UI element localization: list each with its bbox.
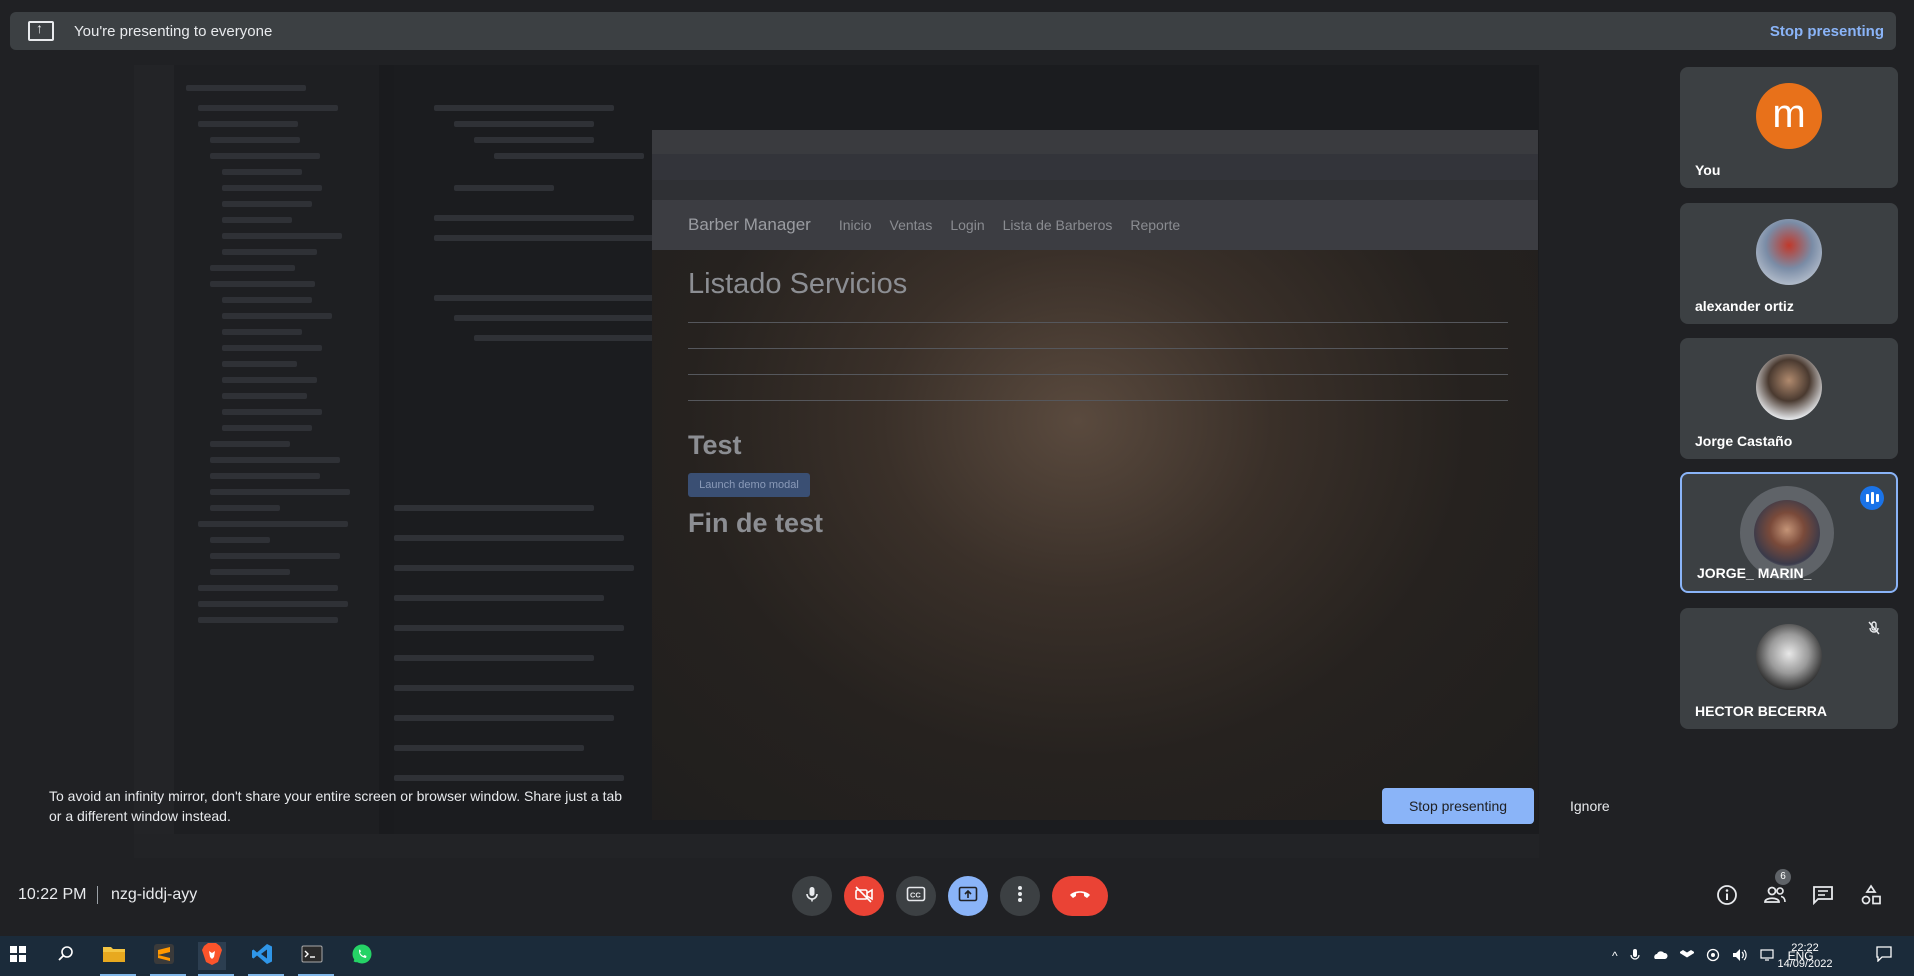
infinity-mirror-warning: To avoid an infinity mirror, don't share… (49, 788, 623, 824)
chat-button[interactable] (1810, 884, 1836, 910)
whatsapp-icon (351, 943, 373, 970)
participant-tile-hector[interactable]: HECTOR BECERRA (1680, 608, 1898, 729)
vscode-icon (251, 943, 273, 970)
tray-volume-icon[interactable] (1732, 948, 1748, 965)
shared-page-demo-button: Launch demo modal (688, 473, 810, 497)
mic-button[interactable] (792, 876, 832, 916)
tray-app-icon[interactable] (1706, 948, 1720, 965)
svg-text:CC: CC (910, 890, 921, 899)
chat-icon (1812, 885, 1834, 910)
participant-tile-jorge-castano[interactable]: Jorge Castaño (1680, 338, 1898, 459)
shared-screen: Barber Manager Inicio Ventas Login Lista… (134, 65, 1539, 858)
activities-icon (1860, 883, 1882, 911)
present-icon (958, 886, 978, 907)
search-icon (57, 945, 75, 968)
participant-name: JORGE_ MARIN_ (1697, 565, 1812, 581)
taskbar-sublime[interactable] (150, 942, 178, 970)
avatar (1756, 624, 1822, 690)
more-icon (1017, 885, 1023, 908)
brave-icon (201, 942, 223, 971)
warning-stop-presenting-button[interactable]: Stop presenting (1382, 788, 1534, 824)
taskbar-search-button[interactable] (52, 942, 80, 970)
speaking-indicator-icon (1860, 486, 1884, 510)
leave-call-button[interactable] (1052, 876, 1108, 916)
presenting-banner: You're presenting to everyone Stop prese… (10, 12, 1896, 50)
taskbar-vscode[interactable] (248, 942, 276, 970)
camera-button[interactable] (844, 876, 884, 916)
captions-icon: CC (906, 886, 926, 907)
participant-name: alexander ortiz (1695, 298, 1794, 314)
taskbar-brave[interactable] (198, 942, 226, 970)
end-call-icon (1068, 887, 1092, 905)
present-button[interactable] (948, 876, 988, 916)
participant-count-badge: 6 (1775, 869, 1791, 885)
shared-page-heading: Listado Servicios (688, 268, 908, 300)
meeting-time: 10:22 PM (18, 886, 87, 903)
taskbar-file-explorer[interactable] (100, 942, 128, 970)
clock-time: 22:22 (1791, 942, 1819, 954)
participant-name: HECTOR BECERRA (1695, 703, 1827, 719)
presenting-text: You're presenting to everyone (74, 22, 273, 40)
windows-start-icon (10, 945, 26, 967)
vscode-explorer (174, 65, 379, 858)
participant-tile-you[interactable]: m You (1680, 67, 1898, 188)
participant-name: You (1695, 162, 1721, 178)
shared-nav-item: Login (950, 217, 985, 233)
warning-ignore-button[interactable]: Ignore (1570, 798, 1610, 814)
windows-start-button[interactable] (4, 942, 32, 970)
meeting-code: nzg-iddj-ayy (111, 886, 198, 903)
file-explorer-icon (102, 944, 126, 969)
shared-page-nav: Barber Manager Inicio Ventas Login Lista… (652, 200, 1538, 250)
divider (97, 886, 98, 904)
shared-page-end-heading: Fin de test (688, 508, 824, 538)
activities-button[interactable] (1858, 883, 1884, 911)
shared-browser-window: Barber Manager Inicio Ventas Login Lista… (652, 130, 1538, 820)
shared-nav-item: Inicio (838, 217, 872, 233)
participant-name: Jorge Castaño (1695, 433, 1793, 449)
people-button[interactable] (1762, 884, 1788, 910)
avatar (1754, 500, 1820, 566)
meeting-details-button[interactable] (1714, 884, 1740, 910)
tray-expand-icon[interactable]: ^ (1612, 949, 1618, 963)
windows-taskbar: ^ ENG 22:22 14/09/2022 (0, 936, 1914, 976)
tray-clock[interactable]: 22:22 14/09/2022 (1760, 940, 1850, 972)
people-icon (1763, 885, 1787, 910)
tray-onedrive-icon[interactable] (1652, 949, 1668, 964)
banner-stop-presenting-link[interactable]: Stop presenting (1770, 23, 1884, 40)
notifications-button[interactable] (1870, 942, 1898, 970)
shared-taskbar (134, 834, 1539, 858)
camera-off-icon (854, 885, 874, 908)
avatar (1756, 354, 1822, 420)
shared-nav-brand: Barber Manager (688, 215, 811, 234)
tray-dropbox-icon[interactable] (1678, 949, 1695, 964)
present-screen-icon (28, 20, 54, 41)
participant-tile-jorge-marin[interactable]: JORGE_ MARIN_ (1680, 472, 1898, 593)
taskbar-whatsapp[interactable] (348, 942, 376, 970)
avatar (1756, 219, 1822, 285)
shared-page-test-heading: Test (688, 430, 742, 460)
mic-off-icon (1862, 620, 1886, 644)
avatar: m (1756, 83, 1822, 149)
info-icon (1716, 884, 1738, 911)
more-options-button[interactable] (1000, 876, 1040, 916)
sublime-icon (153, 943, 175, 970)
participant-tile-alexander[interactable]: alexander ortiz (1680, 203, 1898, 324)
vscode-activity-bar (134, 65, 174, 858)
shared-nav-item: Reporte (1130, 217, 1181, 233)
shared-nav-item: Ventas (889, 217, 933, 233)
shared-nav-item: Lista de Barberos (1002, 217, 1113, 233)
taskbar-terminal[interactable] (298, 942, 326, 970)
tray-mic-icon[interactable] (1630, 948, 1640, 965)
terminal-icon (301, 945, 323, 968)
clock-date: 14/09/2022 (1777, 958, 1833, 970)
mic-icon (803, 885, 821, 908)
captions-button[interactable]: CC (896, 876, 936, 916)
notification-icon (1876, 945, 1892, 967)
